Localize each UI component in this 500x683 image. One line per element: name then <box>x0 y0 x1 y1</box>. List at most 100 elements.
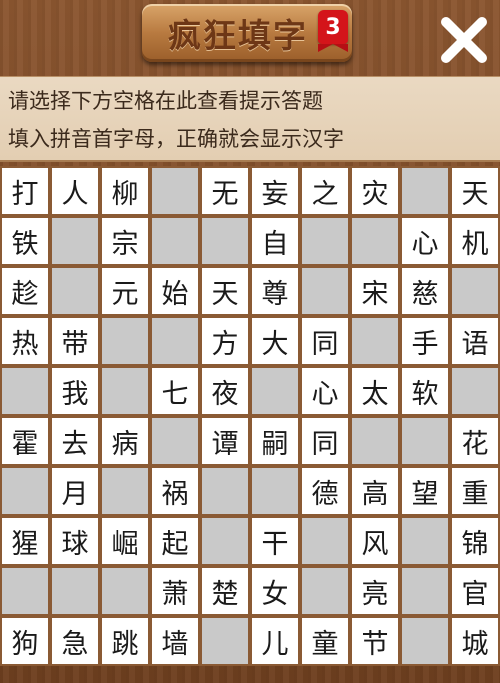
grid-cell-filled[interactable]: 墙 <box>150 616 200 666</box>
grid-cell-empty[interactable] <box>150 416 200 466</box>
grid-cell-filled[interactable]: 心 <box>400 216 450 266</box>
grid-cell-empty[interactable] <box>450 266 500 316</box>
grid-cell-empty[interactable] <box>200 466 250 516</box>
grid-cell-filled[interactable]: 带 <box>50 316 100 366</box>
grid-cell-empty[interactable] <box>100 466 150 516</box>
grid-cell-filled[interactable]: 手 <box>400 316 450 366</box>
grid-cell-empty[interactable] <box>200 616 250 666</box>
grid-cell-filled[interactable]: 亮 <box>350 566 400 616</box>
grid-cell-filled[interactable]: 方 <box>200 316 250 366</box>
grid-cell-filled[interactable]: 球 <box>50 516 100 566</box>
grid-cell-filled[interactable]: 宋 <box>350 266 400 316</box>
grid-cell-empty[interactable] <box>250 366 300 416</box>
grid-cell-empty[interactable] <box>400 416 450 466</box>
grid-cell-filled[interactable]: 去 <box>50 416 100 466</box>
grid-cell-filled[interactable]: 楚 <box>200 566 250 616</box>
grid-cell-filled[interactable]: 自 <box>250 216 300 266</box>
grid-cell-filled[interactable]: 花 <box>450 416 500 466</box>
grid-cell-filled[interactable]: 月 <box>50 466 100 516</box>
grid-cell-filled[interactable]: 崛 <box>100 516 150 566</box>
grid-cell-empty[interactable] <box>400 516 450 566</box>
grid-cell-empty[interactable] <box>350 316 400 366</box>
grid-cell-filled[interactable]: 同 <box>300 416 350 466</box>
grid-cell-empty[interactable] <box>0 566 50 616</box>
grid-cell-empty[interactable] <box>300 266 350 316</box>
grid-cell-filled[interactable]: 趁 <box>0 266 50 316</box>
grid-cell-empty[interactable] <box>350 216 400 266</box>
grid-cell-filled[interactable]: 天 <box>200 266 250 316</box>
grid-cell-filled[interactable]: 我 <box>50 366 100 416</box>
grid-cell-filled[interactable]: 重 <box>450 466 500 516</box>
grid-cell-filled[interactable]: 风 <box>350 516 400 566</box>
grid-cell-filled[interactable]: 大 <box>250 316 300 366</box>
grid-cell-filled[interactable]: 谭 <box>200 416 250 466</box>
grid-cell-filled[interactable]: 宗 <box>100 216 150 266</box>
grid-cell-filled[interactable]: 元 <box>100 266 150 316</box>
grid-cell-filled[interactable]: 始 <box>150 266 200 316</box>
grid-cell-filled[interactable]: 天 <box>450 166 500 216</box>
grid-cell-empty[interactable] <box>50 216 100 266</box>
grid-cell-filled[interactable]: 萧 <box>150 566 200 616</box>
grid-cell-filled[interactable]: 灾 <box>350 166 400 216</box>
grid-cell-filled[interactable]: 祸 <box>150 466 200 516</box>
grid-cell-empty[interactable] <box>400 616 450 666</box>
grid-cell-empty[interactable] <box>300 216 350 266</box>
grid-cell-filled[interactable]: 儿 <box>250 616 300 666</box>
grid-cell-empty[interactable] <box>300 566 350 616</box>
grid-cell-empty[interactable] <box>400 166 450 216</box>
grid-cell-filled[interactable]: 机 <box>450 216 500 266</box>
grid-cell-empty[interactable] <box>100 566 150 616</box>
grid-cell-filled[interactable]: 热 <box>0 316 50 366</box>
grid-cell-empty[interactable] <box>350 416 400 466</box>
grid-cell-filled[interactable]: 跳 <box>100 616 150 666</box>
grid-cell-filled[interactable]: 慈 <box>400 266 450 316</box>
grid-cell-empty[interactable] <box>100 366 150 416</box>
grid-cell-empty[interactable] <box>150 316 200 366</box>
grid-cell-filled[interactable]: 柳 <box>100 166 150 216</box>
grid-cell-filled[interactable]: 德 <box>300 466 350 516</box>
grid-cell-filled[interactable]: 软 <box>400 366 450 416</box>
grid-cell-filled[interactable]: 起 <box>150 516 200 566</box>
grid-cell-filled[interactable]: 太 <box>350 366 400 416</box>
grid-cell-filled[interactable]: 病 <box>100 416 150 466</box>
close-button[interactable] <box>436 12 492 68</box>
grid-cell-filled[interactable]: 锦 <box>450 516 500 566</box>
grid-cell-filled[interactable]: 高 <box>350 466 400 516</box>
grid-cell-filled[interactable]: 同 <box>300 316 350 366</box>
grid-cell-empty[interactable] <box>0 466 50 516</box>
grid-cell-filled[interactable]: 心 <box>300 366 350 416</box>
grid-cell-filled[interactable]: 人 <box>50 166 100 216</box>
grid-cell-empty[interactable] <box>50 266 100 316</box>
grid-cell-filled[interactable]: 童 <box>300 616 350 666</box>
grid-cell-filled[interactable]: 七 <box>150 366 200 416</box>
grid-cell-filled[interactable]: 霍 <box>0 416 50 466</box>
grid-cell-filled[interactable]: 城 <box>450 616 500 666</box>
grid-cell-filled[interactable]: 节 <box>350 616 400 666</box>
grid-cell-empty[interactable] <box>200 516 250 566</box>
grid-cell-filled[interactable]: 官 <box>450 566 500 616</box>
grid-cell-filled[interactable]: 打 <box>0 166 50 216</box>
grid-cell-empty[interactable] <box>150 166 200 216</box>
grid-cell-filled[interactable]: 猩 <box>0 516 50 566</box>
grid-cell-empty[interactable] <box>200 216 250 266</box>
grid-cell-empty[interactable] <box>250 466 300 516</box>
grid-cell-filled[interactable]: 干 <box>250 516 300 566</box>
grid-cell-empty[interactable] <box>450 366 500 416</box>
grid-cell-empty[interactable] <box>0 366 50 416</box>
grid-cell-filled[interactable]: 语 <box>450 316 500 366</box>
grid-cell-filled[interactable]: 无 <box>200 166 250 216</box>
grid-cell-empty[interactable] <box>50 566 100 616</box>
grid-cell-filled[interactable]: 妄 <box>250 166 300 216</box>
grid-cell-empty[interactable] <box>400 566 450 616</box>
grid-cell-filled[interactable]: 之 <box>300 166 350 216</box>
grid-cell-empty[interactable] <box>300 516 350 566</box>
grid-cell-filled[interactable]: 急 <box>50 616 100 666</box>
grid-cell-filled[interactable]: 夜 <box>200 366 250 416</box>
grid-cell-filled[interactable]: 望 <box>400 466 450 516</box>
grid-cell-filled[interactable]: 尊 <box>250 266 300 316</box>
grid-cell-filled[interactable]: 狗 <box>0 616 50 666</box>
grid-cell-empty[interactable] <box>100 316 150 366</box>
grid-cell-filled[interactable]: 嗣 <box>250 416 300 466</box>
grid-cell-filled[interactable]: 女 <box>250 566 300 616</box>
grid-cell-empty[interactable] <box>150 216 200 266</box>
